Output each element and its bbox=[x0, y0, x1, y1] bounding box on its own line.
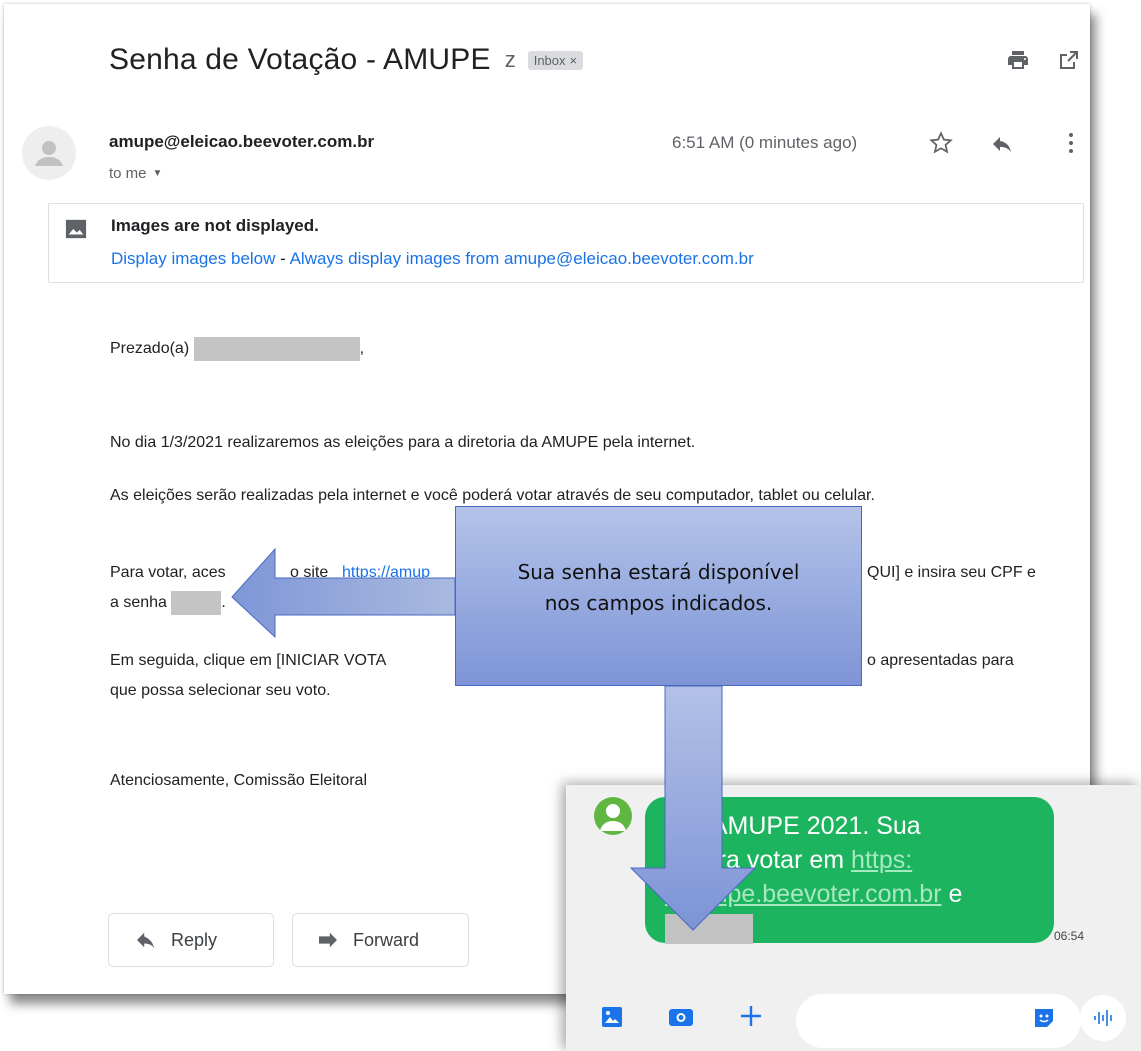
redacted-name bbox=[193, 337, 360, 361]
gallery-icon[interactable] bbox=[600, 1005, 624, 1034]
open-in-new-window-icon[interactable] bbox=[1057, 48, 1081, 72]
forward-arrow-icon bbox=[319, 932, 337, 948]
inbox-label-text: Inbox bbox=[533, 52, 566, 68]
importance-marker-icon[interactable]: ᴢ bbox=[505, 47, 516, 73]
annotation-callout-box: Sua senha estará disponível nos campos i… bbox=[455, 506, 862, 686]
body-paragraph-2: As eleições serão realizadas pela intern… bbox=[110, 487, 875, 504]
sms-message-bubble: oes AMUPE 2021. Sua a para votar em http… bbox=[645, 797, 1054, 945]
display-images-below-link[interactable]: Display images below bbox=[111, 249, 275, 268]
add-attachment-icon[interactable] bbox=[738, 1003, 764, 1034]
sender-avatar bbox=[22, 126, 76, 180]
email-signature: Atenciosamente, Comissão Eleitoral bbox=[110, 772, 368, 789]
reply-arrow-icon bbox=[137, 932, 155, 949]
reply-button-label: Reply bbox=[171, 929, 218, 950]
para4-start: Em seguida, clique em [INICIAR VOTA bbox=[110, 652, 387, 669]
images-notice-links: Display images below - Always display im… bbox=[111, 249, 754, 269]
sms-redacted-password bbox=[665, 914, 753, 945]
reply-button[interactable]: Reply bbox=[108, 913, 274, 967]
voting-site-link[interactable]: https://amup bbox=[342, 558, 430, 588]
sms-link-part2[interactable]: //amupe.beevoter.com.br bbox=[665, 880, 942, 908]
forward-button-label: Forward bbox=[353, 929, 420, 950]
caret-down-icon[interactable]: ▼ bbox=[153, 168, 163, 179]
more-options-icon[interactable] bbox=[1059, 130, 1083, 156]
print-icon[interactable] bbox=[1006, 48, 1030, 72]
para3-line2: a senha bbox=[110, 594, 167, 611]
greeting-suffix: , bbox=[359, 340, 365, 358]
sender-address: amupe@eleicao.beevoter.com.br bbox=[109, 132, 375, 151]
forward-button[interactable]: Forward bbox=[292, 913, 469, 967]
always-display-images-link[interactable]: Always display images from amupe@eleicao… bbox=[290, 249, 754, 268]
sticker-icon[interactable] bbox=[1032, 1006, 1056, 1035]
link-separator: - bbox=[275, 249, 290, 268]
voice-message-icon[interactable] bbox=[1080, 995, 1126, 1041]
sms-contact-avatar bbox=[594, 797, 632, 835]
images-notice-title: Images are not displayed. bbox=[111, 216, 319, 235]
callout-line-2: nos campos indicados. bbox=[544, 591, 773, 615]
sms-line2: a para votar em bbox=[669, 846, 845, 874]
reply-icon[interactable] bbox=[990, 132, 1014, 156]
para4-end: o apresentadas para bbox=[867, 652, 1014, 669]
star-icon[interactable] bbox=[928, 130, 954, 156]
para3-start: Para votar, aces bbox=[110, 564, 226, 581]
recipient-text: to me bbox=[109, 165, 147, 182]
para3-line2-end: . bbox=[221, 594, 226, 611]
subject-row: Senha de Votação - AMUPE ᴢ Inbox × bbox=[109, 40, 584, 80]
redacted-password bbox=[171, 590, 222, 615]
sms-message-panel: oes AMUPE 2021. Sua a para votar em http… bbox=[566, 785, 1141, 1051]
email-subject: Senha de Votação - AMUPE bbox=[109, 43, 491, 76]
sms-time: 06:54 bbox=[1054, 929, 1085, 943]
para3-middle: o site bbox=[290, 564, 329, 581]
inbox-label-chip: Inbox × bbox=[527, 50, 584, 70]
camera-icon[interactable] bbox=[668, 1005, 694, 1034]
callout-text: Sua senha estará disponível nos campos i… bbox=[518, 557, 800, 619]
greeting: Prezado(a) , bbox=[110, 337, 364, 361]
sms-line3-end: e bbox=[948, 880, 963, 908]
recipient-line[interactable]: to me ▼ bbox=[109, 165, 162, 182]
image-icon bbox=[65, 218, 87, 240]
sms-link-part1[interactable]: https: bbox=[851, 846, 912, 874]
email-timestamp: 6:51 AM (0 minutes ago) bbox=[672, 133, 858, 152]
greeting-prefix: Prezado(a) bbox=[110, 340, 190, 358]
remove-label-button[interactable]: × bbox=[570, 53, 578, 68]
body-paragraph-1: No dia 1/3/2021 realizaremos as eleições… bbox=[110, 434, 696, 451]
para3-end: QUI] e insira seu CPF e bbox=[867, 564, 1036, 581]
sms-line1: oes AMUPE 2021. Sua bbox=[665, 812, 921, 840]
callout-line-1: Sua senha estará disponível bbox=[517, 560, 800, 584]
images-not-displayed-notice: Images are not displayed. Display images… bbox=[48, 203, 1084, 283]
